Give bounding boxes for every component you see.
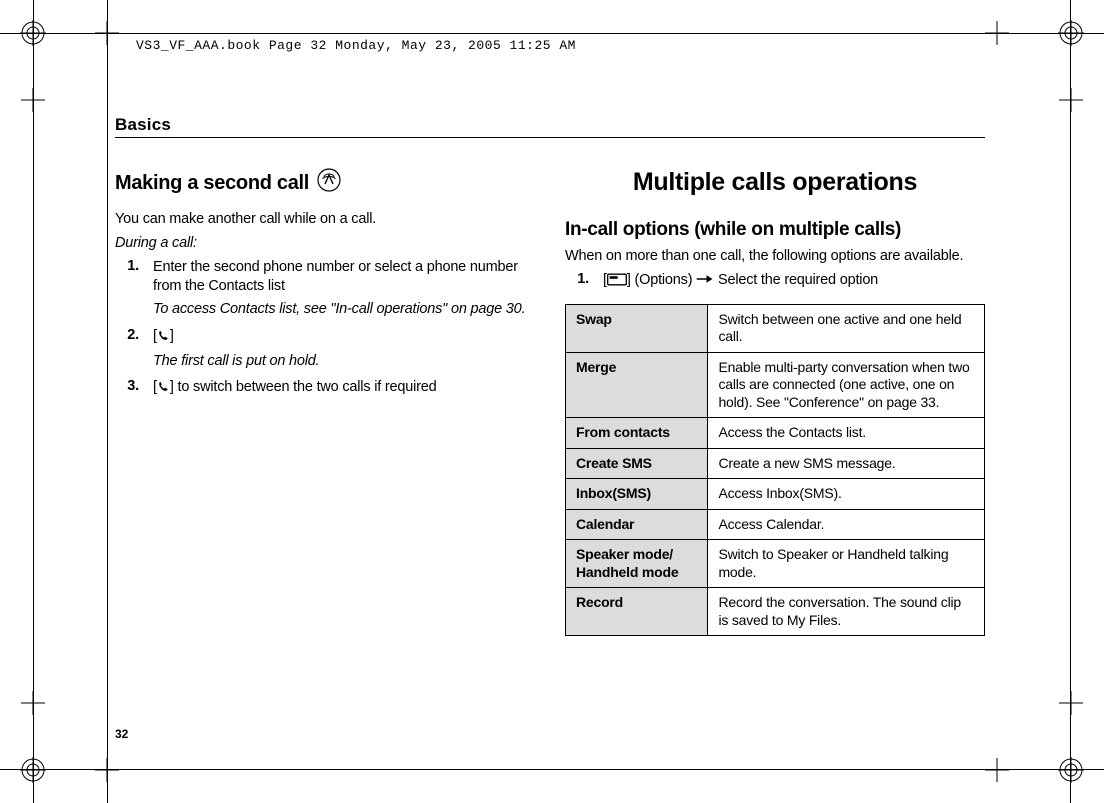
page-number: 32	[115, 727, 128, 741]
right-heading: Multiple calls operations	[565, 168, 985, 197]
trim-line-icon	[33, 0, 34, 803]
trim-line-icon	[0, 769, 1104, 770]
table-row: From contactsAccess the Contacts list.	[566, 418, 985, 449]
step-item: 2. [] The first call is put on hold.	[115, 327, 535, 371]
step-text: [] (Options) Select the required option	[603, 271, 878, 290]
options-table: SwapSwitch between one active and one he…	[565, 304, 985, 637]
step-text: [] to switch between the two calls if re…	[153, 378, 436, 399]
step-number: 2.	[115, 327, 139, 371]
call-icon	[157, 380, 170, 399]
step-sub: To access Contacts list, see "In-call op…	[153, 300, 535, 319]
step-number: 1.	[115, 258, 139, 319]
step-item: 3. [] to switch between the two calls if…	[115, 378, 535, 399]
trim-cross-icon	[21, 691, 45, 715]
trim-cross-icon	[1059, 691, 1083, 715]
step-text: []	[153, 327, 319, 348]
trim-line-icon	[1070, 0, 1071, 803]
right-column: Multiple calls operations In-call option…	[565, 168, 985, 636]
table-row: SwapSwitch between one active and one he…	[566, 304, 985, 352]
step-text: Enter the second phone number or select …	[153, 258, 535, 296]
trim-cross-icon	[21, 88, 45, 112]
option-name: Speaker mode/ Handheld mode	[566, 540, 708, 588]
option-name: Calendar	[566, 509, 708, 540]
step-sub: The first call is put on hold.	[153, 352, 319, 371]
trim-line-icon	[0, 33, 1104, 34]
left-heading: Making a second call	[115, 168, 535, 198]
table-row: Create SMSCreate a new SMS message.	[566, 448, 985, 479]
right-subheading: In-call options (while on multiple calls…	[565, 219, 985, 241]
softkey-icon	[607, 272, 627, 288]
option-name: Record	[566, 588, 708, 636]
table-row: RecordRecord the conversation. The sound…	[566, 588, 985, 636]
step-item: 1. Enter the second phone number or sele…	[115, 258, 535, 319]
left-heading-text: Making a second call	[115, 172, 309, 195]
left-column: Making a second call You can make anothe…	[115, 168, 535, 636]
right-intro: When on more than one call, the followin…	[565, 247, 985, 265]
step-number: 3.	[115, 378, 139, 399]
running-header: VS3_VF_AAA.book Page 32 Monday, May 23, …	[136, 38, 576, 53]
table-row: Inbox(SMS)Access Inbox(SMS).	[566, 479, 985, 510]
option-desc: Access the Contacts list.	[708, 418, 985, 449]
option-desc: Switch between one active and one held c…	[708, 304, 985, 352]
option-desc: Enable multi-party conversation when two…	[708, 352, 985, 418]
option-desc: Create a new SMS message.	[708, 448, 985, 479]
option-name: Inbox(SMS)	[566, 479, 708, 510]
trim-cross-icon	[1059, 88, 1083, 112]
left-intro: You can make another call while on a cal…	[115, 210, 535, 228]
trim-line-icon	[107, 0, 108, 803]
registration-mark-icon	[1058, 757, 1084, 783]
table-row: Speaker mode/ Handheld modeSwitch to Spe…	[566, 540, 985, 588]
arrow-right-icon	[696, 272, 714, 288]
call-icon	[157, 329, 170, 348]
table-row: MergeEnable multi-party conversation whe…	[566, 352, 985, 418]
trim-cross-icon	[985, 758, 1009, 782]
trim-cross-icon	[985, 21, 1009, 45]
option-name: From contacts	[566, 418, 708, 449]
antenna-icon	[317, 168, 341, 198]
option-desc: Access Calendar.	[708, 509, 985, 540]
option-desc: Switch to Speaker or Handheld talking mo…	[708, 540, 985, 588]
option-desc: Access Inbox(SMS).	[708, 479, 985, 510]
option-name: Merge	[566, 352, 708, 418]
option-name: Create SMS	[566, 448, 708, 479]
option-desc: Record the conversation. The sound clip …	[708, 588, 985, 636]
section-label: Basics	[115, 115, 985, 138]
table-row: CalendarAccess Calendar.	[566, 509, 985, 540]
step-number: 1.	[565, 271, 589, 290]
left-context: During a call:	[115, 234, 535, 252]
page-content: Basics Making a second call You can make…	[115, 115, 985, 636]
step-item: 1. [] (Options) Select the required opti…	[565, 271, 985, 290]
option-name: Swap	[566, 304, 708, 352]
